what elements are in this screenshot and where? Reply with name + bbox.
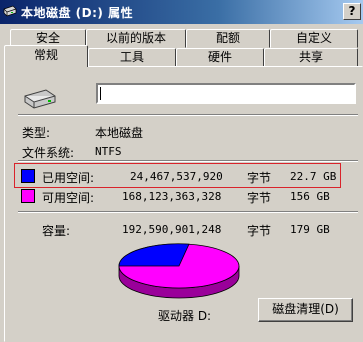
free-space-bytes: 168,123,363,328 [122, 190, 222, 203]
free-space-swatch [21, 189, 35, 203]
type-value: 本地磁盘 [95, 126, 144, 140]
help-button[interactable]: ? [343, 3, 361, 20]
disk-cleanup-button[interactable]: 磁盘清理(D) [258, 298, 353, 322]
pie-used-slice [118, 243, 190, 267]
tab-general[interactable]: 常规 [4, 45, 88, 67]
file-system-label: 文件系统: [22, 146, 75, 160]
capacity-label: 容量: [42, 224, 71, 238]
tab-customize[interactable]: 自定义 [270, 29, 358, 48]
text-caret [100, 87, 101, 100]
capacity-unit: 字节 [247, 224, 272, 238]
capacity-bytes: 192,590,901,248 [122, 223, 222, 236]
file-system-value: NTFS [95, 145, 122, 158]
capacity-size: 179 GB [290, 223, 330, 236]
hard-disk-icon [24, 89, 56, 109]
highlight-box [14, 163, 341, 188]
drive-name-input[interactable] [96, 83, 356, 104]
divider [18, 114, 358, 116]
window-title: 本地磁盘 (D:) 属性 [21, 6, 134, 20]
free-space-unit: 字节 [247, 191, 272, 205]
tab-tools[interactable]: 工具 [88, 48, 176, 67]
tab-sharing[interactable]: 共享 [264, 48, 358, 67]
drive-label: 驱动器 D: [158, 309, 212, 323]
free-space-label: 可用空间: [42, 191, 95, 205]
divider [18, 211, 358, 213]
type-label: 类型: [22, 126, 51, 140]
tab-hardware[interactable]: 硬件 [176, 48, 264, 67]
tab-quota[interactable]: 配额 [186, 29, 270, 48]
disk-usage-pie-chart [118, 243, 240, 299]
free-space-size: 156 GB [290, 190, 330, 203]
divider [18, 160, 358, 162]
drive-icon [3, 5, 17, 17]
title-bar: 本地磁盘 (D:) 属性 ? [0, 0, 363, 24]
tab-previous-versions[interactable]: 以前的版本 [86, 29, 186, 48]
